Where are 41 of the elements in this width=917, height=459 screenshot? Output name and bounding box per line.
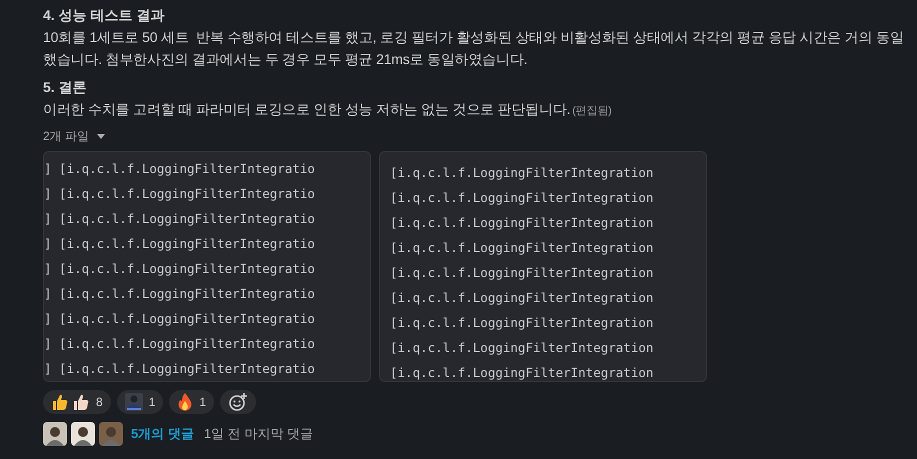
log-line: [i.q.c.l.f.LoggingFilterIntegration (390, 289, 654, 307)
paragraph-text: 했습니다. 첨부한사진의 결과에서는 두 경우 모두 평균 21ms로 동일하였습니다. (43, 51, 528, 67)
log-line: ] [i.q.c.l.f.LoggingFilterIntegratio (44, 160, 315, 178)
fire-icon (177, 393, 194, 411)
thumbs-up-icon (72, 393, 90, 411)
section-heading: 4. 성능 테스트 결과 (43, 6, 166, 25)
log-line: [i.q.c.l.f.LoggingFilterIntegration (390, 239, 654, 257)
reaction-button[interactable]: 1 (169, 390, 214, 414)
section-heading: 5. 결론 (43, 78, 88, 97)
log-line: ] [i.q.c.l.f.LoggingFilterIntegratio (44, 235, 315, 253)
log-line: ] [i.q.c.l.f.LoggingFilterIntegratio (44, 310, 315, 328)
thumbs-up-icon (51, 393, 69, 411)
person-icon (124, 393, 143, 411)
log-line: [i.q.c.l.f.LoggingFilterIntegration (390, 364, 654, 381)
log-line: ] [i.q.c.l.f.LoggingFilterIntegratio (44, 210, 315, 228)
replies-link[interactable]: 5개의 댓글 (131, 425, 194, 443)
last-reply-time: 1일 전 마지막 댓글 (204, 425, 313, 443)
paragraph-text: 10회를 1세트로 50 세트 반복 수행하여 테스트를 했고, 로깅 필터가 활성화된 상태와 비활성화된 상태에서 각각의 평균 응답 시간은 거의 동일 (43, 29, 904, 45)
log-line: ] [i.q.c.l.f.LoggingFilterIntegratio (44, 185, 315, 203)
paragraph-text: 이러한 수치를 고려할 때 파라미터 로깅으로 인한 성능 저하는 없는 것으로 판단됩니다. (43, 101, 570, 117)
log-line: ] [i.q.c.l.f.LoggingFilterIntegratio (44, 285, 315, 303)
log-screenshot[interactable] (379, 151, 707, 382)
log-screenshot[interactable] (43, 151, 371, 382)
log-line: [i.q.c.l.f.LoggingFilterIntegration (390, 264, 654, 282)
avatar[interactable] (43, 422, 67, 446)
log-line: [i.q.c.l.f.LoggingFilterIntegration (390, 339, 654, 357)
log-line: ] [i.q.c.l.f.LoggingFilterIntegratio (44, 360, 315, 378)
avatar[interactable] (71, 422, 95, 446)
log-line: [i.q.c.l.f.LoggingFilterIntegration (390, 214, 654, 232)
log-line: [i.q.c.l.f.LoggingFilterIntegration (390, 314, 654, 332)
log-line: [i.q.c.l.f.LoggingFilterIntegration (390, 189, 654, 207)
files-toggle[interactable]: 2개 파일 (43, 128, 106, 145)
log-line: ] [i.q.c.l.f.LoggingFilterIntegratio (44, 260, 315, 278)
add-reaction-button[interactable] (220, 390, 256, 414)
reaction-button[interactable]: 1 (116, 390, 164, 414)
log-line: ] [i.q.c.l.f.LoggingFilterIntegratio (44, 335, 315, 353)
caret-icon (97, 134, 106, 140)
reaction-button[interactable]: 8 (43, 390, 111, 414)
add-emoji-icon (228, 392, 248, 412)
log-line: [i.q.c.l.f.LoggingFilterIntegration (390, 164, 654, 182)
edited-label: (편집됨) (572, 105, 612, 117)
